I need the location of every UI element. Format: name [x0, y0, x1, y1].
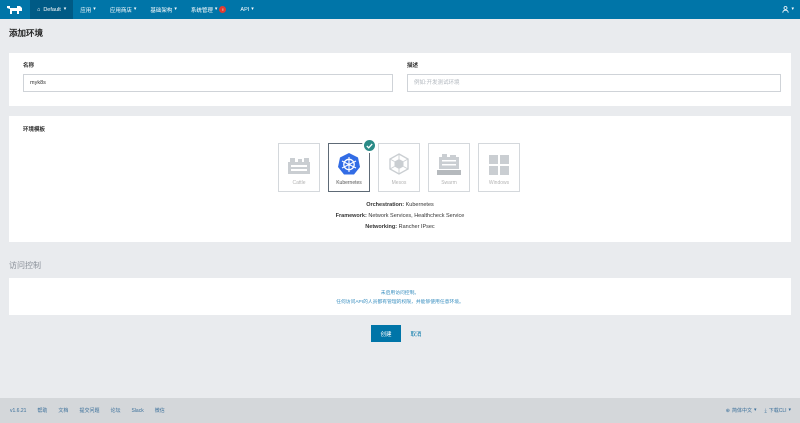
environment-template-card: 环境模板 Cattle Kubernetes Mesos Swarm Windo…	[9, 116, 791, 242]
footer-link-file-issue[interactable]: 提交问题	[79, 407, 99, 414]
access-status-text: 未启用访问控制。	[380, 291, 420, 296]
template-tile-kubernetes[interactable]: Kubernetes	[328, 138, 377, 192]
networking-key: Networking:	[365, 224, 398, 230]
cattle-icon	[288, 158, 310, 174]
nav-catalog[interactable]: 应用商店 ▾	[103, 0, 144, 19]
framework-value: Network Services, Healthcheck Service	[368, 213, 465, 219]
nav-catalog-label: 应用商店	[109, 7, 132, 14]
framework-key: Framework:	[335, 213, 367, 219]
orchestration-key: Orchestration:	[366, 202, 405, 208]
language-selector[interactable]: ⊕ 简体中文 ▾	[725, 407, 757, 415]
page-title: 添加环境	[9, 28, 44, 38]
description-label: 描述	[407, 63, 419, 69]
footer: v1.6.21 帮助 文档 提交问题 论坛 Slack 微信 ⊕ 简体中文 ▾ …	[0, 398, 800, 423]
template-tile-mesos[interactable]: Mesos	[378, 143, 420, 192]
rancher-logo[interactable]	[0, 0, 30, 19]
template-label: Cattle	[292, 180, 306, 186]
orchestration-value: Kubernetes	[405, 202, 434, 208]
version-label: v1.6.21	[10, 407, 27, 414]
description-input[interactable]	[407, 74, 781, 92]
footer-link-help[interactable]: 帮助	[37, 407, 47, 414]
nav-admin-label: 系统管理	[190, 7, 213, 14]
nav-api-label: API	[240, 6, 250, 13]
template-label: Windows	[488, 180, 510, 186]
networking-value: Rancher IPsec	[398, 224, 435, 230]
access-warning-text: 任何访问API的人员都有管理的权限，并能够使用任意环境。	[336, 300, 464, 305]
environment-switcher[interactable]: ⌂ Default ▾	[30, 0, 74, 19]
footer-link-slack[interactable]: Slack	[131, 408, 143, 414]
top-navbar: ⌂ Default ▾ 应用 ▾ 应用商店 ▾ 基础架构 ▾ 系统管理 ▾ ! API ▾…	[0, 0, 800, 19]
chevron-down-icon: ▾	[753, 407, 757, 413]
selected-check-icon	[362, 138, 377, 153]
user-menu[interactable]: ▾	[782, 0, 794, 19]
chevron-down-icon: ▾	[174, 6, 177, 12]
chevron-down-icon: ▾	[63, 6, 67, 12]
footer-link-docs[interactable]: 文档	[58, 407, 68, 414]
globe-icon: ⊕	[725, 407, 730, 414]
download-cli-label: 下载CLI	[768, 408, 787, 414]
chevron-down-icon: ▾	[93, 6, 96, 12]
language-label: 简体中文	[731, 408, 752, 414]
access-control-card: 未启用访问控制。 任何访问API的人员都有管理的权限，并能够使用任意环境。	[9, 278, 791, 315]
user-icon	[782, 6, 790, 13]
template-label: Swarm	[441, 180, 457, 186]
networking-info: Networking: Rancher IPsec	[9, 224, 791, 230]
windows-icon	[489, 155, 509, 175]
template-tile-swarm[interactable]: Swarm	[428, 143, 470, 192]
template-tile-cattle[interactable]: Cattle	[278, 143, 320, 192]
framework-info: Framework: Network Services, Healthcheck…	[9, 213, 791, 219]
nav-apps[interactable]: 应用 ▾	[73, 0, 103, 19]
nav-infrastructure[interactable]: 基础架构 ▾	[143, 0, 184, 19]
environment-form-card: 名称 描述	[9, 53, 791, 106]
download-cli-button[interactable]: ⤓ 下载CLI ▾	[764, 407, 791, 415]
template-section-title: 环境模板	[23, 127, 46, 133]
access-control-title: 访问控制	[9, 261, 41, 270]
template-label: Mesos	[391, 180, 407, 186]
chevron-down-icon: ▾	[214, 6, 218, 12]
nav-admin[interactable]: 系统管理 ▾ !	[184, 0, 234, 19]
home-icon: ⌂	[37, 6, 41, 13]
environment-name: Default	[43, 6, 61, 13]
nav-apps-label: 应用	[80, 7, 92, 14]
name-input[interactable]	[23, 74, 393, 92]
download-icon: ⤓	[764, 407, 767, 414]
footer-link-wechat[interactable]: 微信	[155, 407, 165, 414]
orchestration-info: Orchestration: Kubernetes	[9, 202, 791, 208]
footer-link-forums[interactable]: 论坛	[110, 407, 120, 414]
kubernetes-icon	[338, 153, 360, 175]
alert-badge: !	[219, 6, 227, 13]
create-button[interactable]: 创建	[371, 325, 401, 342]
nav-api[interactable]: API ▾	[233, 0, 260, 19]
rancher-cow-icon	[7, 6, 22, 14]
chevron-down-icon: ▾	[791, 6, 794, 12]
footer-right: ⊕ 简体中文 ▾ ⤓ 下载CLI ▾	[726, 398, 791, 423]
chevron-down-icon: ▾	[251, 6, 254, 12]
nav-infrastructure-label: 基础架构	[150, 7, 173, 14]
name-label: 名称	[23, 63, 35, 69]
chevron-down-icon: ▾	[788, 407, 791, 413]
template-tile-windows[interactable]: Windows	[478, 143, 520, 192]
mesos-icon	[389, 153, 409, 175]
template-label: Kubernetes	[336, 180, 362, 186]
swarm-icon	[437, 154, 461, 175]
chevron-down-icon: ▾	[133, 6, 137, 12]
cancel-button[interactable]: 取消	[407, 325, 425, 342]
